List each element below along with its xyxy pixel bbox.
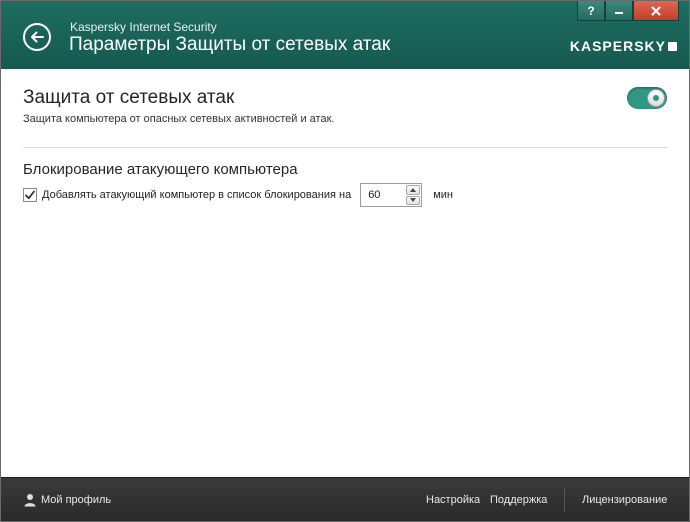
footer-bar: Мой профиль Настройка Поддержка Лицензир… [1,477,689,521]
app-name: Kaspersky Internet Security [70,20,217,34]
app-window: Kaspersky Internet Security Параметры За… [0,0,690,522]
minutes-stepper[interactable]: 60 [360,183,423,207]
main-content: Защита от сетевых атак Защита компьютера… [1,69,689,477]
section-title: Защита от сетевых атак [23,87,235,108]
toggle-dot-icon [653,95,659,101]
my-profile-link[interactable]: Мой профиль [23,478,112,521]
toggle-knob [647,89,665,107]
minutes-unit-label: мин [433,189,453,201]
footer-divider [564,488,565,512]
close-icon [651,6,661,15]
blocking-title: Блокирование атакующего компьютера [23,161,298,178]
help-icon: ? [587,3,595,18]
logo-badge-icon [668,41,677,51]
kaspersky-logo: KASPERSKY [570,38,677,54]
stepper-buttons [406,185,421,205]
page-title: Параметры Защиты от сетевых атак [69,34,391,55]
logo-text: KASPERSKY [569,38,666,54]
blocking-option-row: Добавлять атакующий компьютер в список б… [23,183,453,207]
section-description: Защита компьютера от опасных сетевых акт… [23,113,335,125]
user-icon [24,494,36,507]
minutes-input[interactable]: 60 [361,189,380,201]
help-button[interactable]: ? [577,1,605,21]
window-controls: ? [577,1,679,21]
minimize-button[interactable] [605,1,633,21]
close-button[interactable] [633,1,679,21]
minimize-icon [615,11,623,14]
back-button[interactable] [23,23,51,51]
licensing-link[interactable]: Лицензирование [582,478,667,521]
protection-toggle[interactable] [627,87,667,109]
support-link[interactable]: Поддержка [490,478,547,521]
stepper-up-button[interactable] [406,185,421,195]
chevron-down-icon [410,198,417,203]
arrow-left-icon [31,31,44,43]
block-attacker-checkbox[interactable] [23,188,37,202]
header-bar: Kaspersky Internet Security Параметры За… [1,1,689,69]
chevron-up-icon [410,187,417,192]
section-divider [23,147,667,148]
my-profile-label: Мой профиль [41,494,112,506]
checkmark-icon [25,190,35,200]
stepper-down-button[interactable] [406,195,421,205]
block-attacker-label: Добавлять атакующий компьютер в список б… [42,189,352,201]
settings-link[interactable]: Настройка [426,478,480,521]
